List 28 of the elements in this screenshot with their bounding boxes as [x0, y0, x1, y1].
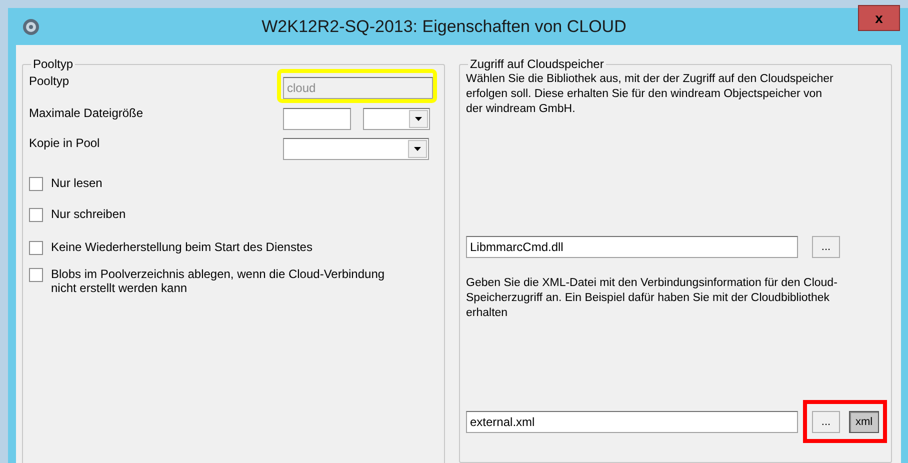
group-title: Pooltyp: [32, 58, 74, 70]
close-button[interactable]: x: [858, 5, 900, 31]
checkbox[interactable]: [29, 177, 43, 191]
window-title: W2K12R2-SQ-2013: Eigenschaften von CLOUD: [260, 16, 628, 36]
checkbox[interactable]: [29, 268, 43, 282]
unit-dropdown[interactable]: [363, 108, 430, 130]
pool-dropdown[interactable]: [283, 138, 429, 160]
field-label: Kopie in Pool: [29, 135, 101, 150]
browse-button[interactable]: ...: [812, 411, 840, 433]
group-title: Zugriff auf Cloudspeicher: [469, 58, 605, 70]
checkbox[interactable]: [29, 241, 43, 255]
xml-button[interactable]: xml: [849, 411, 879, 433]
checkbox-label: Nur lesen: [51, 176, 102, 190]
library-file-field[interactable]: LibmmarcCmd.dll: [466, 236, 798, 258]
field-label: Pooltyp: [29, 73, 70, 88]
app-icon: [22, 18, 40, 36]
dropdown-arrow-icon: [414, 147, 421, 151]
browse-button[interactable]: ...: [812, 236, 840, 258]
xml-file-field[interactable]: external.xml: [466, 411, 798, 433]
checkbox-label: Keine Wiederherstellung beim Start des Dienstes: [51, 240, 312, 254]
size-field[interactable]: [283, 108, 351, 130]
library-hint: Wählen Sie die Bibliothek aus, mit der der Zugriff auf den Cloudspeicher erfolgen soll. Diese erhalten Sie für den windream Objectspeicher von der windream GmbH.: [466, 72, 834, 117]
xml-hint: Geben Sie die XML-Datei mit den Verbindungsinformation für den Cloud-Speicherzugriff an. Ein Beispiel dafür haben Sie mit der Cloudbibliothek erhalten: [466, 276, 838, 321]
dropdown-arrow-icon: [415, 117, 422, 121]
checkbox-label: Nur schreiben: [51, 207, 126, 221]
field-label: Maximale Dateigröße: [29, 105, 144, 120]
checkbox-label: Blobs im Poolverzeichnis ablegen, wenn die Cloud-Verbindung nicht erstellt werden kann: [51, 267, 386, 295]
checkbox[interactable]: [29, 208, 43, 222]
